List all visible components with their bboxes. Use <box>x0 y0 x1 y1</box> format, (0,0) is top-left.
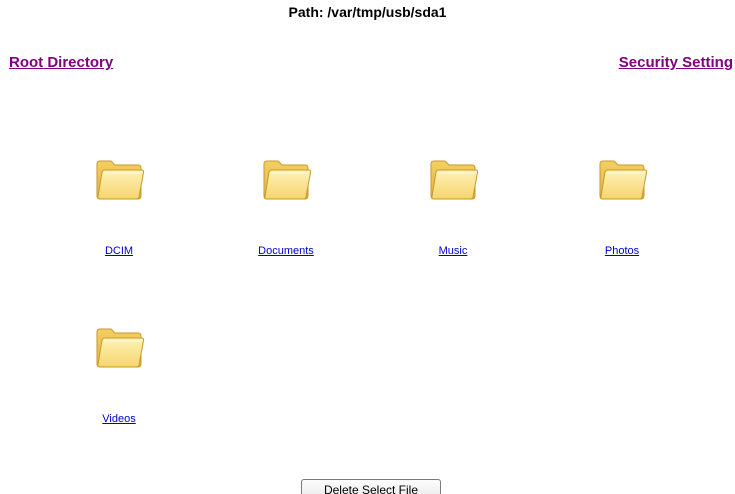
folder-item-videos: Videos <box>44 326 194 446</box>
path-title: Path: /var/tmp/usb/sda1 <box>288 4 447 20</box>
folder-link-videos[interactable]: Videos <box>44 413 194 425</box>
folder-item-dcim: DCIM <box>44 158 194 278</box>
folder-link-documents[interactable]: Documents <box>211 245 361 257</box>
root-directory-link[interactable]: Root Directory <box>9 54 113 71</box>
folder-icon[interactable] <box>428 158 478 202</box>
delete-select-file-button[interactable]: Delete Select File <box>301 479 441 494</box>
folder-icon[interactable] <box>94 158 144 202</box>
folder-link-dcim[interactable]: DCIM <box>44 245 194 257</box>
folder-link-music[interactable]: Music <box>378 245 528 257</box>
folder-icon[interactable] <box>94 326 144 370</box>
folder-item-music: Music <box>378 158 528 278</box>
folder-link-photos[interactable]: Photos <box>547 245 697 257</box>
folder-icon[interactable] <box>261 158 311 202</box>
folder-item-documents: Documents <box>211 158 361 278</box>
security-setting-link[interactable]: Security Setting <box>619 54 733 71</box>
folder-icon[interactable] <box>597 158 647 202</box>
folder-item-photos: Photos <box>547 158 697 278</box>
file-browser-page: Path: /var/tmp/usb/sda1 Root Directory S… <box>0 0 735 494</box>
